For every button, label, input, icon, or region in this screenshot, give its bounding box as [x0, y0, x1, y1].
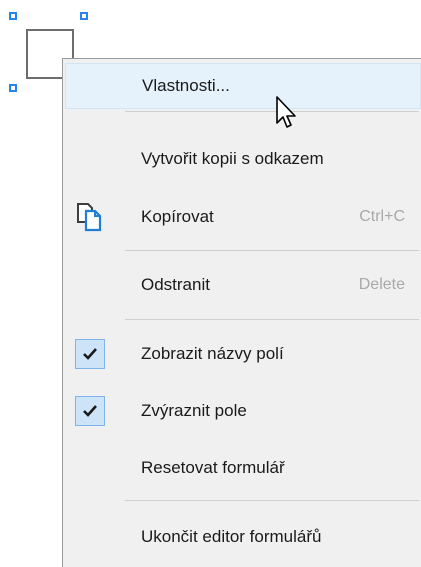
- shortcut-label: Delete: [358, 276, 405, 293]
- context-menu: Vlastnosti... Vytvořit kopii s odkazem K…: [62, 58, 421, 567]
- resize-handle-top-right[interactable]: [80, 12, 88, 20]
- menu-item-label: Kopírovat: [141, 207, 214, 226]
- menu-item-copy[interactable]: Kopírovat Ctrl+C: [63, 194, 421, 240]
- menu-item-properties[interactable]: Vlastnosti...: [65, 63, 421, 109]
- menu-item-delete[interactable]: Odstranit Delete: [63, 262, 421, 308]
- menu-item-label: Vlastnosti...: [142, 76, 230, 95]
- resize-handle-top-left[interactable]: [9, 12, 17, 20]
- menu-item-label: Zvýraznit pole: [141, 401, 247, 420]
- menu-item-label: Ukončit editor formulářů: [141, 527, 322, 546]
- checkmark-icon: [75, 396, 105, 426]
- menu-separator: [125, 250, 419, 251]
- copy-icon: [75, 202, 103, 232]
- menu-item-label: Resetovat formulář: [141, 458, 285, 477]
- menu-item-reset-form[interactable]: Resetovat formulář: [63, 445, 421, 491]
- menu-item-label: Zobrazit názvy polí: [141, 344, 284, 363]
- menu-item-show-field-names[interactable]: Zobrazit názvy polí: [63, 331, 421, 377]
- menu-separator: [125, 111, 419, 112]
- mouse-cursor-icon: [275, 95, 301, 133]
- menu-separator: [125, 319, 419, 320]
- menu-item-highlight-fields[interactable]: Zvýraznit pole: [63, 388, 421, 434]
- checkmark-icon: [75, 339, 105, 369]
- menu-item-label: Odstranit: [141, 275, 210, 294]
- resize-handle-bottom-left[interactable]: [9, 84, 17, 92]
- menu-item-create-linked-copy[interactable]: Vytvořit kopii s odkazem: [63, 136, 421, 182]
- menu-item-label: Vytvořit kopii s odkazem: [141, 149, 324, 168]
- canvas: Vlastnosti... Vytvořit kopii s odkazem K…: [0, 0, 421, 567]
- menu-separator: [125, 500, 419, 501]
- menu-item-exit-form-editor[interactable]: Ukončit editor formulářů: [63, 514, 421, 560]
- shortcut-label: Ctrl+C: [359, 208, 405, 225]
